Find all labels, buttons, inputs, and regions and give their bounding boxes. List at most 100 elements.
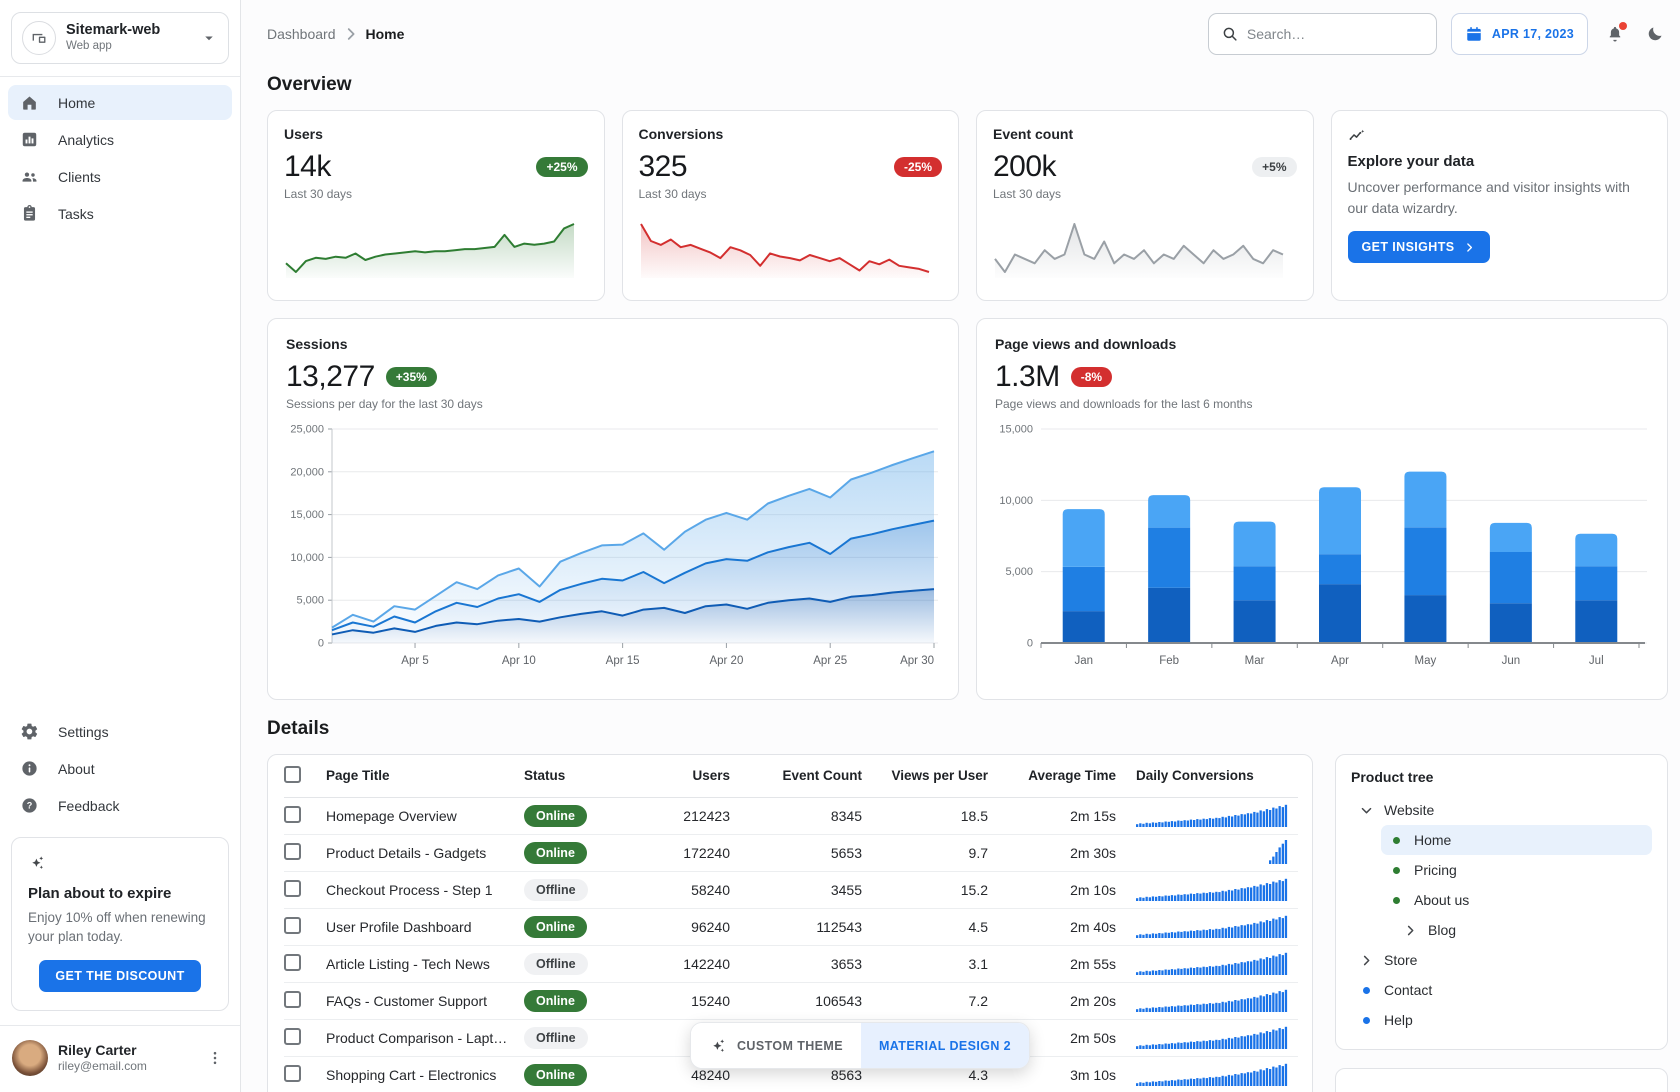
stat-card-delta-chip: -25%: [894, 157, 942, 177]
status-badge: Offline: [524, 1027, 588, 1049]
tree-item-contact[interactable]: Contact: [1351, 975, 1652, 1005]
sidebar-item-feedback[interactable]: ?Feedback: [8, 788, 232, 823]
sidebar-item-home[interactable]: Home: [8, 85, 232, 120]
details-title: Details: [267, 718, 1668, 740]
date-picker-button[interactable]: APR 17, 2023: [1451, 13, 1588, 55]
svg-text:Jan: Jan: [1074, 655, 1093, 667]
cell-page-title: Article Listing - Tech News: [326, 945, 524, 982]
insights-icon: [1348, 127, 1366, 145]
cell-page-title: User Profile Dashboard: [326, 908, 524, 945]
main-content: Dashboard Home APR 17, 2023 Overview Use: [241, 0, 1680, 1092]
user-menu-button[interactable]: [202, 1045, 228, 1071]
stat-card-caption: Last 30 days: [284, 187, 588, 201]
daily-conversions-sparkline: [1136, 912, 1288, 938]
get-insights-label: GET INSIGHTS: [1362, 240, 1455, 254]
sessions-card: Sessions 13,277 +35% Sessions per day fo…: [267, 318, 959, 700]
select-all-checkbox[interactable]: [284, 766, 301, 783]
tree-dot-green: [1393, 897, 1400, 904]
workspace-selector[interactable]: Sitemark-web Web app: [11, 12, 229, 64]
stat-card-caption: Last 30 days: [993, 187, 1297, 201]
help-icon: ?: [20, 796, 39, 815]
product-tree: WebsiteHomePricingAbout usBlogStoreConta…: [1351, 795, 1652, 1035]
table-row: Checkout Process - Step 1Offline58240345…: [284, 871, 1298, 908]
breadcrumb: Dashboard Home: [267, 25, 404, 43]
tree-item-website[interactable]: Website: [1351, 795, 1652, 825]
row-checkbox[interactable]: [284, 843, 301, 860]
sidebar-item-tasks[interactable]: Tasks: [8, 196, 232, 231]
stat-card-value: 200k: [993, 150, 1056, 184]
tree-dot-green: [1393, 867, 1400, 874]
status-badge: Online: [524, 805, 587, 827]
primary-nav: HomeAnalyticsClientsTasks: [0, 77, 240, 231]
material-design-2-button[interactable]: MATERIAL DESIGN 2: [861, 1023, 1029, 1068]
row-checkbox[interactable]: [284, 954, 301, 971]
plan-card-title: Plan about to expire: [28, 885, 212, 902]
svg-text:May: May: [1415, 655, 1437, 667]
row-checkbox[interactable]: [284, 880, 301, 897]
table-header-row: Page TitleStatusUsersEvent CountViews pe…: [284, 755, 1298, 797]
tree-dot-blue: [1363, 987, 1370, 994]
daily-conversions-sparkline: [1136, 1023, 1288, 1049]
svg-text:Apr 10: Apr 10: [502, 655, 536, 667]
cell-average-time: 2m 15s: [994, 797, 1122, 834]
sessions-value: 13,277: [286, 360, 375, 394]
get-insights-button[interactable]: GET INSIGHTS: [1348, 231, 1490, 263]
explore-card-title: Explore your data: [1348, 153, 1652, 170]
get-discount-button[interactable]: GET THE DISCOUNT: [39, 960, 200, 992]
svg-text:Jun: Jun: [1502, 655, 1521, 667]
devices-icon: [22, 21, 56, 55]
row-checkbox[interactable]: [284, 1028, 301, 1045]
sidebar-item-settings[interactable]: Settings: [8, 714, 232, 749]
notifications-button[interactable]: [1602, 21, 1628, 47]
cell-views-per-user: 18.5: [868, 797, 994, 834]
stat-card-value: 14k: [284, 150, 331, 184]
table-row: FAQs - Customer SupportOnline15240106543…: [284, 982, 1298, 1019]
cell-users: 172240: [632, 834, 736, 871]
svg-text:Apr 20: Apr 20: [709, 655, 743, 667]
dark-mode-toggle[interactable]: [1642, 21, 1668, 47]
sidebar-item-label: Settings: [58, 724, 109, 740]
analytics-icon: [20, 130, 39, 149]
table-row: User Profile DashboardOnline962401125434…: [284, 908, 1298, 945]
calendar-icon: [1465, 25, 1483, 43]
stat-card-users: Users14k+25%Last 30 days: [267, 110, 605, 301]
row-checkbox[interactable]: [284, 806, 301, 823]
plan-card: Plan about to expire Enjoy 10% off when …: [11, 837, 229, 1011]
sidebar-item-clients[interactable]: Clients: [8, 159, 232, 194]
row-checkbox[interactable]: [284, 917, 301, 934]
cell-views-per-user: 15.2: [868, 871, 994, 908]
row-checkbox[interactable]: [284, 1065, 301, 1082]
breadcrumb-dashboard[interactable]: Dashboard: [267, 26, 336, 42]
cell-average-time: 2m 40s: [994, 908, 1122, 945]
sidebar-item-about[interactable]: About: [8, 751, 232, 786]
notification-badge: [1619, 22, 1627, 30]
tree-item-home[interactable]: Home: [1381, 825, 1652, 855]
row-checkbox[interactable]: [284, 991, 301, 1008]
stat-sparkline: [993, 218, 1285, 280]
sidebar-item-analytics[interactable]: Analytics: [8, 122, 232, 157]
tree-item-pricing[interactable]: Pricing: [1381, 855, 1652, 885]
tree-item-blog[interactable]: Blog: [1395, 915, 1652, 945]
chevron-down-icon: [1359, 803, 1374, 818]
tree-item-help[interactable]: Help: [1351, 1005, 1652, 1035]
search-icon: [1221, 25, 1239, 43]
theme-switcher: CUSTOM THEME MATERIAL DESIGN 2: [690, 1022, 1030, 1069]
pageviews-chart-svg: 05,00010,00015,000JanFebMarAprMayJunJul: [995, 421, 1647, 671]
cell-views-per-user: 4.5: [868, 908, 994, 945]
svg-text:?: ?: [27, 801, 33, 811]
custom-theme-button[interactable]: CUSTOM THEME: [691, 1023, 861, 1068]
search-box[interactable]: [1208, 13, 1437, 55]
secondary-nav: Settings About?Feedback: [0, 706, 240, 823]
svg-text:0: 0: [318, 638, 324, 650]
cell-users: 96240: [632, 908, 736, 945]
daily-conversions-sparkline: [1136, 949, 1288, 975]
cell-average-time: 2m 10s: [994, 871, 1122, 908]
svg-text:15,000: 15,000: [290, 509, 324, 521]
tree-item-store[interactable]: Store: [1351, 945, 1652, 975]
search-input[interactable]: [1247, 26, 1428, 42]
moon-icon: [1646, 26, 1664, 41]
chevron-right-icon: [1403, 923, 1418, 938]
tree-item-about-us[interactable]: About us: [1381, 885, 1652, 915]
stat-card-value: 325: [639, 150, 688, 184]
column-header: Users: [632, 755, 736, 797]
